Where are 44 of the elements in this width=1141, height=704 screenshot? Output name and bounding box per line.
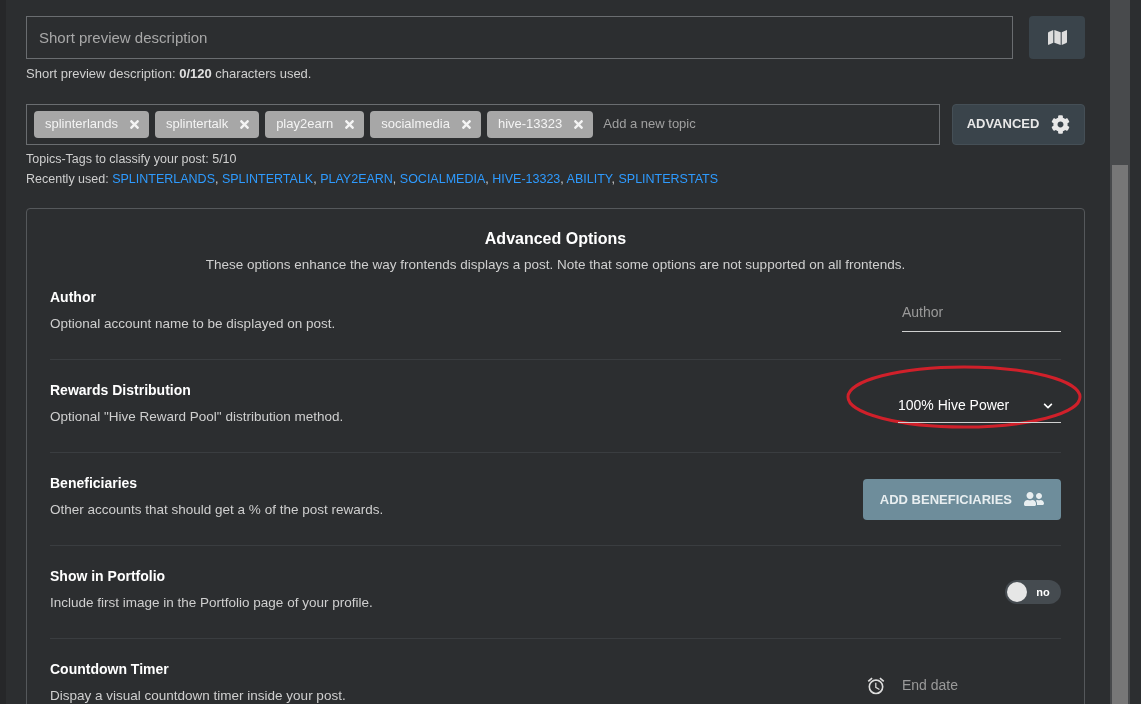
topic-tag: play2earn (265, 110, 365, 138)
remove-icon[interactable] (238, 117, 252, 131)
topic-tag: socialmedia (370, 110, 481, 138)
recent-topic-link[interactable]: SPLINTERSTATS (618, 172, 719, 187)
option-description: Include first image in the Portfolio page of your profile. (50, 593, 373, 612)
author-field[interactable]: Author (902, 294, 1061, 333)
panel-subtitle: These options enhance the way frontends displays a post. Note that some options are not supported on all frontends. (204, 256, 907, 274)
option-label: Countdown Timer (50, 660, 170, 680)
recent-topic-link[interactable]: ABILITY (566, 172, 612, 187)
option-description: Optional account name to be displayed on post. (50, 314, 336, 333)
topic-tag: splintertalk (155, 110, 260, 138)
option-description: Other accounts that should get a % of the post rewards. (50, 500, 384, 519)
topic-tag: hive-13323 (486, 110, 594, 138)
option-label: Author (50, 287, 97, 307)
chevron-icon (1043, 400, 1053, 411)
option-label: Show in Portfolio (50, 566, 167, 586)
advanced-button[interactable]: ADVANCED (952, 103, 1085, 145)
option-label: Beneficiaries (50, 473, 139, 493)
new-topic-field[interactable]: Add a new topic (599, 114, 932, 134)
settings-icon (1051, 114, 1071, 134)
add-beneficiaries-button[interactable]: ADD BENEFICIARIES (862, 478, 1061, 520)
topic-tag: splinterlands (34, 110, 149, 138)
scrollbar[interactable] (1110, 0, 1130, 704)
option-description: Dispay a visual countdown timer inside your post. (50, 687, 346, 704)
remove-icon[interactable] (572, 117, 586, 131)
alarm-clock-icon (866, 675, 886, 696)
option-description: Optional "Hive Reward Pool" distribution method. (50, 407, 344, 426)
toggle-knob (1007, 582, 1027, 603)
end-date-field[interactable]: End date (902, 671, 1061, 701)
map-icon (1047, 29, 1067, 46)
remove-icon[interactable] (343, 117, 357, 131)
remove-icon[interactable] (459, 117, 473, 131)
description-hint: Short preview description: 0/120 characters used. (26, 65, 313, 83)
users-icon (1024, 490, 1044, 509)
remove-icon[interactable] (128, 117, 141, 131)
recently-used-text: Recently used: SPLINTERLANDS, SPLINTERTALK, PLAY2EARN, SOCIALMEDIA, HIVE-13323, ABILITY, SPLINTERSTATS (26, 171, 720, 189)
recent-topic-link[interactable]: SPLINTERLANDS (112, 172, 215, 187)
recent-topic-link[interactable]: PLAY2EARN (320, 172, 393, 187)
map-button[interactable] (1029, 16, 1085, 59)
panel-title: Advanced Options (483, 229, 628, 249)
option-label: Rewards Distribution (50, 380, 192, 400)
topics-hint: Topics-Tags to classify your post: 5/10 (26, 150, 238, 168)
portfolio-toggle[interactable]: no (1005, 580, 1061, 605)
description-field[interactable]: Short preview description (26, 16, 1013, 59)
